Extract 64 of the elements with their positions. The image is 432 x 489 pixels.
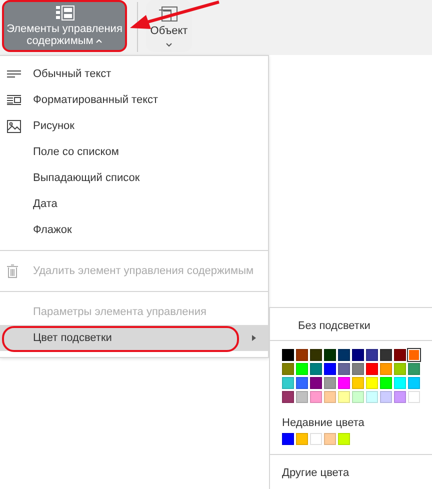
color-swatch[interactable]	[380, 349, 392, 361]
color-swatch[interactable]	[352, 391, 364, 403]
color-swatch[interactable]	[338, 377, 350, 389]
color-swatch[interactable]	[324, 433, 336, 445]
color-swatch[interactable]	[310, 377, 322, 389]
color-swatch[interactable]	[366, 391, 378, 403]
menu-item[interactable]: Выпадающий список	[0, 165, 268, 191]
color-swatch[interactable]	[324, 363, 336, 375]
color-swatch[interactable]	[324, 391, 336, 403]
color-swatch[interactable]	[408, 391, 420, 403]
menu-item[interactable]: Обычный текст	[0, 61, 268, 87]
color-swatch[interactable]	[380, 391, 392, 403]
color-swatch[interactable]	[296, 377, 308, 389]
color-swatch[interactable]	[282, 433, 294, 445]
content-controls-icon	[54, 4, 74, 20]
menu-item[interactable]: Без подсветки	[270, 308, 432, 338]
image-icon	[7, 120, 21, 132]
color-swatch[interactable]	[408, 363, 420, 375]
color-swatch[interactable]	[338, 433, 350, 445]
ribbon-button[interactable]: Элементы управления содержимым	[2, 0, 127, 52]
submenu-arrow-icon	[252, 335, 256, 341]
color-swatch[interactable]	[366, 363, 378, 375]
text-image-icon	[7, 95, 21, 105]
color-swatch[interactable]	[296, 363, 308, 375]
section-title: Недавние цвета	[281, 416, 366, 429]
color-swatch[interactable]	[366, 377, 378, 389]
color-swatch[interactable]	[380, 363, 392, 375]
color-swatch[interactable]	[352, 377, 364, 389]
color-swatch[interactable]	[296, 349, 308, 361]
color-swatch[interactable]	[296, 391, 308, 403]
color-swatch[interactable]	[282, 363, 294, 375]
color-swatch[interactable]	[310, 349, 322, 361]
color-swatch[interactable]	[394, 391, 406, 403]
color-swatch[interactable]	[352, 363, 364, 375]
text-lines-icon	[7, 70, 21, 78]
color-swatch[interactable]	[394, 349, 406, 361]
trash-icon	[7, 264, 18, 278]
color-swatch[interactable]	[310, 433, 322, 445]
color-swatch[interactable]	[282, 391, 294, 403]
menu-item[interactable]: Дата	[0, 191, 268, 217]
menu-item[interactable]: Флажок	[0, 217, 268, 243]
menu-item[interactable]: Другие цвета	[270, 455, 432, 485]
color-swatch[interactable]	[282, 349, 294, 361]
caret-up-icon	[96, 39, 102, 44]
menu-item[interactable]: Цвет подсветки	[0, 325, 268, 351]
color-swatch[interactable]	[380, 377, 392, 389]
color-swatch[interactable]	[366, 349, 378, 361]
color-swatch[interactable]	[310, 391, 322, 403]
menu-item[interactable]: Поле со списком	[0, 139, 268, 165]
color-swatch[interactable]	[394, 377, 406, 389]
color-swatch[interactable]	[352, 349, 364, 361]
color-swatch[interactable]	[338, 363, 350, 375]
color-swatch[interactable]	[408, 377, 420, 389]
menu-item[interactable]: Форматированный текст	[0, 87, 268, 113]
color-swatch[interactable]	[324, 349, 336, 361]
menu-item[interactable]: Рисунок	[0, 113, 268, 139]
caret-down-icon	[166, 43, 172, 47]
color-swatch[interactable]	[282, 377, 294, 389]
color-swatch[interactable]	[296, 433, 308, 445]
color-swatch[interactable]	[394, 363, 406, 375]
color-swatch[interactable]	[338, 349, 350, 361]
color-swatch[interactable]	[338, 391, 350, 403]
color-swatch[interactable]	[310, 363, 322, 375]
color-swatch[interactable]	[324, 377, 336, 389]
